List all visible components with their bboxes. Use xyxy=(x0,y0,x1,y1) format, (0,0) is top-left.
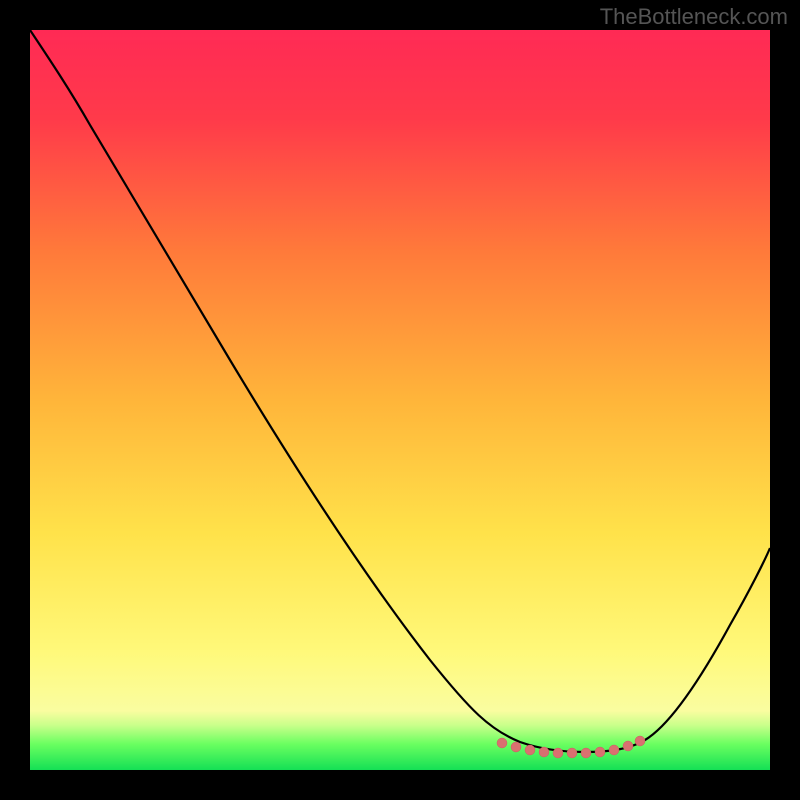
watermark-text: TheBottleneck.com xyxy=(600,4,788,30)
bottleneck-curve-svg xyxy=(30,30,770,770)
plot-area xyxy=(30,30,770,770)
flat-region-markers xyxy=(497,736,645,758)
bottleneck-curve-path xyxy=(30,30,770,752)
chart-container: TheBottleneck.com xyxy=(0,0,800,800)
